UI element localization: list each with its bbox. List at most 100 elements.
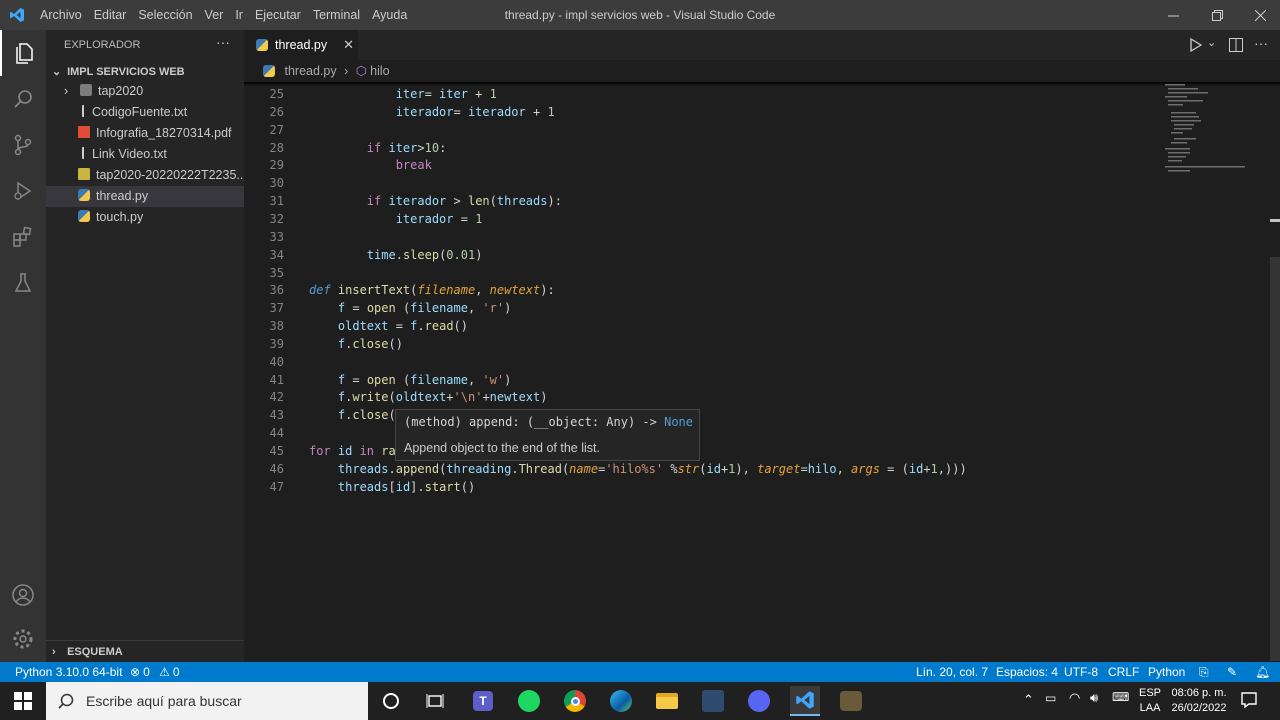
problems-status[interactable]: ⊗ 0 ⚠ 0 [130, 662, 180, 682]
code-line[interactable]: f.close( [309, 408, 396, 422]
more-actions-button[interactable]: ··· [216, 34, 230, 50]
code-line[interactable]: if iterador > len(threads): [309, 194, 562, 208]
start-button[interactable] [8, 686, 38, 716]
code-line[interactable]: f.close() [309, 337, 403, 351]
eol-status[interactable]: CRLF [1108, 662, 1139, 682]
menu-editar[interactable]: Editar [88, 0, 133, 30]
outline-section-header[interactable]: › ESQUEMA [46, 640, 244, 662]
clock[interactable]: 08:06 p. m. 26/02/2022 [1166, 686, 1232, 716]
menu-terminal[interactable]: Terminal [307, 0, 366, 30]
cursor-position-status[interactable]: Lín. 20, col. 7 [916, 662, 988, 682]
breadcrumb-symbol[interactable]: hilo [370, 64, 389, 78]
code-editor[interactable]: 25 iter= iter + 1 26 iterador= iterador +… [244, 82, 1280, 662]
explorer-sidebar: EXPLORADOR ··· ⌄ IMPL SERVICIOS WEB › tap… [46, 30, 244, 662]
code-token: = [800, 461, 808, 476]
code-line[interactable]: threads.append(threading.Thread(name='hi… [309, 462, 967, 476]
run-dropdown-button[interactable]: ⌄ [1207, 36, 1216, 49]
recorder-app-button[interactable] [836, 686, 866, 716]
menu-ejecutar[interactable]: Ejecutar [249, 0, 307, 30]
chrome-app-button[interactable] [560, 686, 590, 716]
code-line[interactable]: break [309, 158, 432, 172]
code-line[interactable]: f.write(oldtext+'\n'+newtext) [309, 390, 548, 405]
tree-item-label: CodigoFuente.txt [92, 105, 188, 119]
volume-icon[interactable]: 🔊︎ [1090, 690, 1098, 706]
manage-activity-button[interactable] [0, 616, 46, 662]
minimap[interactable] [1160, 82, 1270, 192]
tree-item-file[interactable]: Link Video.txt [46, 144, 244, 165]
tab-thread-py[interactable]: thread.py ✕ [244, 30, 358, 60]
encoding-status[interactable]: UTF-8 [1064, 662, 1098, 682]
task-view-button[interactable] [420, 686, 450, 716]
explorer-title: EXPLORADOR [64, 39, 141, 51]
tree-item-file[interactable]: CodigoFuente.txt [46, 102, 244, 123]
wifi-icon[interactable]: ◠ [1069, 690, 1080, 706]
menu-ir[interactable]: Ir [229, 0, 249, 30]
menu-ver[interactable]: Ver [199, 0, 230, 30]
code-line[interactable]: threads[id].start() [309, 480, 475, 494]
extensions-activity-button[interactable] [0, 214, 46, 260]
editor-scrollbar[interactable] [1270, 257, 1280, 661]
terminal-app-button[interactable] [698, 686, 728, 716]
menu-archivo[interactable]: Archivo [34, 0, 88, 30]
input-indicator-icon[interactable]: ⌨ [1112, 690, 1129, 704]
file-explorer-app-button[interactable] [652, 686, 682, 716]
indentation-status[interactable]: Espacios: 4 [996, 662, 1058, 682]
discord-app-button[interactable] [744, 686, 774, 716]
line-number: 45 [269, 444, 284, 458]
menu-ayuda[interactable]: Ayuda [366, 0, 413, 30]
run-python-button[interactable] [1190, 37, 1203, 55]
feedback-icon[interactable]: ✎ [1227, 662, 1237, 682]
braces-icon[interactable]: ⎘ [1199, 662, 1209, 682]
tree-item-file[interactable]: touch.py [46, 207, 244, 228]
code-line[interactable]: f = open (filename, 'w') [309, 373, 511, 387]
explorer-activity-button[interactable] [0, 30, 46, 76]
tree-item-file-selected[interactable]: thread.py [46, 186, 244, 207]
breadcrumb-file[interactable]: thread.py [284, 64, 336, 78]
close-window-button[interactable] [1238, 0, 1280, 30]
accounts-activity-button[interactable] [0, 572, 46, 618]
search-activity-button[interactable] [0, 76, 46, 122]
language-mode-status[interactable]: Python [1148, 662, 1185, 682]
vscode-app-button[interactable] [790, 686, 820, 716]
battery-icon[interactable]: ▭ [1045, 691, 1056, 705]
cortana-button[interactable] [376, 686, 406, 716]
language-indicator[interactable]: ESP LAA [1139, 686, 1161, 716]
split-editor-button[interactable] [1229, 38, 1243, 55]
teams-app-button[interactable]: T [468, 686, 498, 716]
code-line[interactable]: oldtext = f.read() [309, 319, 468, 333]
edge-app-button[interactable] [606, 686, 636, 716]
code-line[interactable]: def insertText(filename, newtext): [309, 283, 555, 297]
source-control-activity-button[interactable] [0, 122, 46, 168]
code-line[interactable]: iter= iter + 1 [309, 87, 497, 101]
code-line[interactable]: iterador= iterador + 1 [309, 105, 555, 119]
notifications-icon[interactable]: 🔔︎ [1255, 662, 1270, 682]
method-icon: ⬡ [355, 64, 367, 78]
tree-item-file[interactable]: tap2020-20220222T2235... [46, 165, 244, 186]
testing-activity-button[interactable] [0, 260, 46, 306]
code-token: newtext [489, 390, 541, 405]
code-token: start [424, 479, 461, 494]
action-center-button[interactable] [1240, 691, 1258, 712]
line-number: 37 [269, 301, 284, 316]
minimize-button[interactable] [1151, 0, 1195, 30]
code-line[interactable]: iterador = 1 [309, 212, 483, 226]
code-token: 'r' [482, 301, 505, 316]
taskbar-search-box[interactable]: Escribe aquí para buscar [46, 682, 368, 720]
tree-item-file[interactable]: Infografia_18270314.pdf [46, 123, 244, 144]
tree-item-folder[interactable]: › tap2020 [46, 81, 244, 102]
close-tab-icon[interactable]: ✕ [343, 37, 354, 53]
more-editor-actions-button[interactable]: ··· [1254, 35, 1268, 51]
code-line[interactable]: time.sleep(0.01) [309, 248, 483, 262]
restore-button[interactable] [1195, 0, 1239, 30]
code-line[interactable]: for id in ra [309, 444, 396, 458]
code-line[interactable]: if iter>10: [309, 141, 447, 155]
code-line[interactable]: f = open (filename, 'r') [309, 301, 511, 315]
run-debug-activity-button[interactable] [0, 168, 46, 214]
menu-seleccion[interactable]: Selección [132, 0, 198, 30]
show-hidden-icons-button[interactable]: ⌃ [1023, 692, 1034, 708]
spotify-app-button[interactable] [514, 686, 544, 716]
line-number: 46 [269, 461, 284, 476]
code-token: . [388, 461, 396, 476]
python-interpreter-status[interactable]: Python 3.10.0 64-bit [15, 662, 122, 682]
workspace-folder-header[interactable]: ⌄ IMPL SERVICIOS WEB [46, 62, 244, 82]
